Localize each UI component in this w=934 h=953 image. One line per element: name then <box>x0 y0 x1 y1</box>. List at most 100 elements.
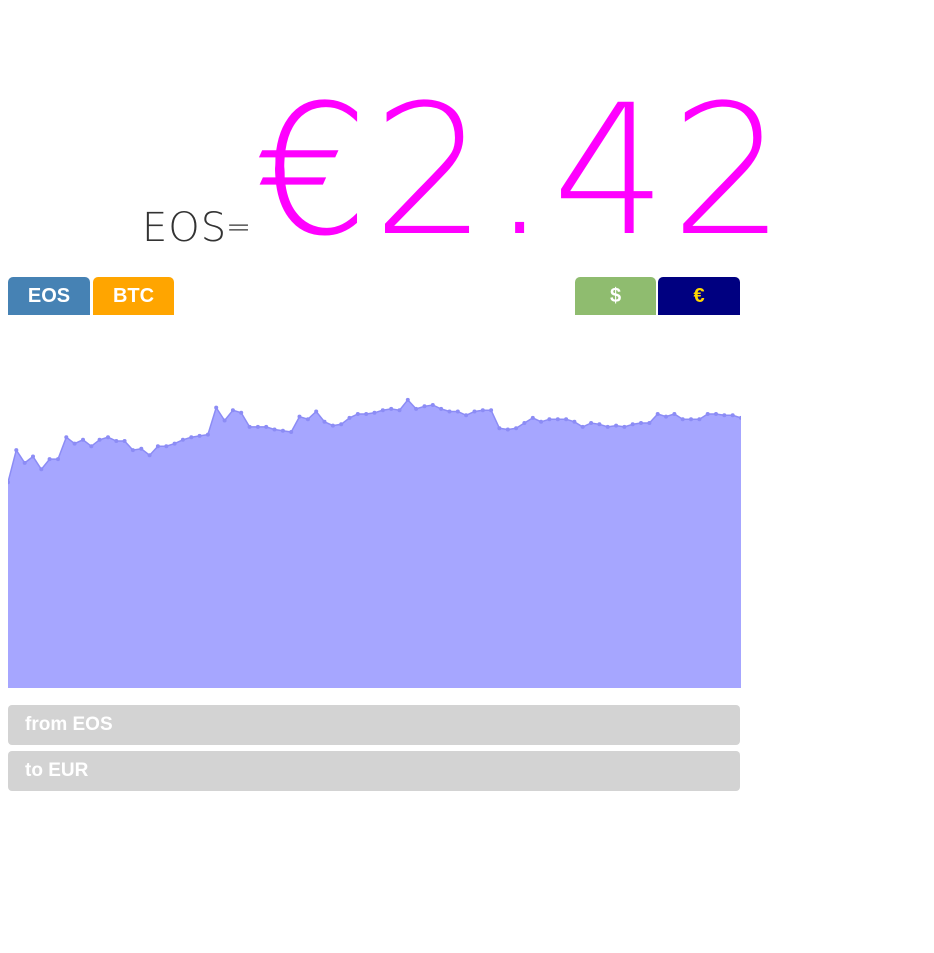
chart-point <box>647 421 652 425</box>
chart-point <box>439 406 444 411</box>
chart-point <box>339 422 344 427</box>
chart-point <box>380 408 385 413</box>
tab-btc[interactable]: BTC <box>93 277 174 315</box>
chart-point <box>164 444 169 449</box>
chart-point <box>314 409 319 414</box>
chart-point <box>189 435 194 440</box>
chart-point <box>614 423 619 428</box>
chart-point <box>564 417 569 422</box>
chart-point <box>514 426 519 431</box>
chart-point <box>605 424 610 429</box>
chart-point <box>489 408 494 413</box>
chart-point <box>180 437 185 442</box>
chart-point <box>122 439 127 443</box>
chart-point <box>364 412 369 416</box>
chart-point <box>722 413 727 418</box>
chart-point <box>497 426 502 431</box>
chart-point <box>280 428 285 433</box>
chart-point <box>322 419 327 424</box>
chart-point <box>347 415 352 420</box>
chart-point <box>530 415 535 420</box>
chart-point <box>172 441 177 446</box>
chart-point <box>264 424 269 429</box>
chart-point <box>139 446 144 451</box>
chart-point <box>405 397 410 402</box>
chart-point <box>455 409 460 414</box>
price-chart <box>8 397 741 688</box>
chart-point <box>589 421 594 425</box>
chart-point <box>31 454 35 459</box>
chart-point <box>630 422 635 427</box>
chart-point <box>47 457 52 462</box>
tab-eur[interactable]: € <box>658 277 740 315</box>
chart-point <box>639 421 643 425</box>
chart-point <box>547 417 552 422</box>
chart-point <box>72 441 77 446</box>
chart-point <box>197 433 202 438</box>
pair-label: EOS <box>142 205 228 251</box>
chart-point <box>664 414 668 419</box>
chart-area <box>8 399 741 688</box>
chart-point <box>464 413 469 418</box>
chart-point <box>147 453 152 458</box>
chart-point <box>355 412 360 416</box>
chart-point <box>730 413 735 418</box>
chart-point <box>447 409 452 414</box>
chart-point <box>289 430 294 434</box>
chart-point <box>555 417 560 422</box>
chart-point <box>397 408 402 413</box>
price-header: EOS = €2.42 <box>0 80 785 265</box>
chart-point <box>81 437 85 442</box>
tab-eos[interactable]: EOS <box>8 277 90 315</box>
chart-point <box>697 417 702 422</box>
chart-point <box>247 424 252 429</box>
chart-point <box>714 412 718 416</box>
chart-point <box>297 414 302 419</box>
chart-point <box>672 412 677 416</box>
chart-point <box>305 417 310 422</box>
chart-point <box>230 408 235 413</box>
chart-point <box>580 424 585 429</box>
chart-point <box>89 444 94 449</box>
chart-point <box>255 424 260 429</box>
chart-point <box>522 421 527 425</box>
chart-point <box>372 410 377 415</box>
chart-point <box>472 409 477 414</box>
chart-point <box>389 406 394 411</box>
chart-point <box>689 417 693 422</box>
chart-point <box>205 432 210 437</box>
chart-point <box>414 406 419 411</box>
chart-point <box>539 419 544 424</box>
tab-usd[interactable]: $ <box>575 277 656 315</box>
price-value: €2.42 <box>254 67 790 276</box>
chart-point <box>572 419 577 424</box>
chart-point <box>155 444 160 449</box>
chart-point <box>222 418 227 423</box>
chart-point <box>705 412 710 416</box>
chart-point <box>22 460 27 465</box>
chart-point <box>480 408 485 413</box>
chart-point <box>272 427 277 432</box>
chart-point <box>655 412 660 416</box>
chart-point <box>214 405 219 410</box>
chart-point <box>14 448 19 453</box>
chart-point <box>505 427 510 432</box>
chart-point <box>64 435 69 440</box>
to-currency-field[interactable]: to EUR <box>8 751 740 791</box>
chart-point <box>56 457 60 462</box>
from-currency-field[interactable]: from EOS <box>8 705 740 745</box>
chart-point <box>239 410 244 415</box>
equals-sign: = <box>226 210 252 245</box>
chart-point <box>130 448 135 453</box>
chart-point <box>422 404 427 409</box>
chart-point <box>114 439 119 443</box>
chart-point <box>430 403 435 407</box>
chart-point <box>680 417 685 422</box>
tab-bar: EOS BTC $ € <box>0 277 740 315</box>
chart-point <box>597 422 602 427</box>
chart-point <box>330 423 335 428</box>
chart-point <box>39 467 44 472</box>
chart-point <box>106 435 110 440</box>
chart-point <box>97 437 102 442</box>
chart-point <box>622 424 627 429</box>
